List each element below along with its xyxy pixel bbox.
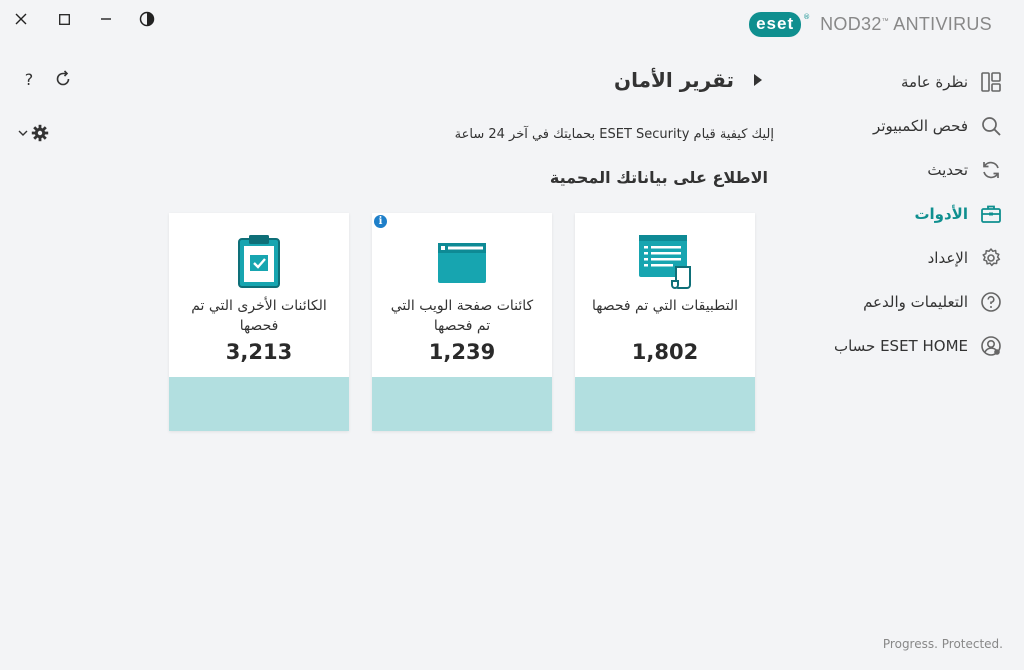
title-expand-arrow-icon[interactable] [754, 74, 762, 86]
clipboard-check-icon [238, 235, 280, 288]
card-label: الكائنات الأخرى التي تم فحصها [191, 298, 327, 334]
product-suffix: ANTIVIRUS [888, 14, 992, 34]
sidebar-item-help-support[interactable]: التعليمات والدعم [802, 280, 1002, 324]
sidebar-item-label: الأدوات [914, 205, 968, 223]
sidebar-item-update[interactable]: تحديث [802, 148, 1002, 192]
product-model: NOD32 [820, 14, 882, 34]
sidebar-item-label: فحص الكمبيوتر [873, 117, 968, 135]
card-label: كائنات صفحة الويب التي تم فحصها [390, 298, 534, 334]
sidebar-item-label: حساب ESET HOME [833, 337, 968, 355]
minimize-button[interactable] [95, 8, 117, 30]
footer-tagline: Progress. Protected. [882, 637, 1003, 651]
sidebar-item-label: نظرة عامة [901, 73, 968, 91]
sidebar-item-overview[interactable]: نظرة عامة [802, 60, 1002, 104]
card-icon-wrap [169, 235, 349, 289]
minimize-icon [101, 18, 111, 20]
card-icon-wrap [372, 235, 552, 287]
refresh-icon [56, 70, 70, 86]
maximize-icon [58, 13, 70, 25]
card-label: التطبيقات التي تم فحصها [591, 298, 739, 314]
card-other-objects-scanned[interactable]: الكائنات الأخرى التي تم فحصها 3,213 [169, 213, 349, 431]
close-icon [15, 13, 27, 25]
account-icon [981, 336, 1001, 356]
product-name: NOD32™ ANTIVIRUS [820, 14, 992, 35]
card-applications-scanned[interactable]: التطبيقات التي تم فحصها 1,802 [575, 213, 755, 431]
card-chart-bar [372, 377, 552, 431]
help-label: ? [24, 69, 34, 89]
card-chart-bar [575, 377, 755, 431]
sidebar-item-tools[interactable]: الأدوات [802, 192, 1002, 236]
sidebar-item-computer-scan[interactable]: فحص الكمبيوتر [802, 104, 1002, 148]
sidebar-item-label: التعليمات والدعم [863, 293, 968, 311]
theme-toggle-button[interactable] [136, 8, 158, 30]
eset-logo: eset [749, 12, 802, 37]
webpage-icon [438, 243, 486, 283]
gear-icon [31, 124, 48, 142]
card-chart-bar [169, 377, 349, 431]
card-icon-wrap [575, 235, 755, 289]
sidebar-item-label: تحديث [927, 161, 968, 179]
card-value: 3,213 [225, 340, 293, 364]
help-icon [981, 292, 1001, 312]
applications-icon [639, 235, 691, 289]
gear-icon [982, 248, 1001, 267]
chevron-down-icon [18, 130, 27, 136]
card-value: 1,239 [428, 340, 496, 364]
contrast-icon [139, 11, 155, 27]
search-icon [982, 117, 1001, 136]
brand: eset ® NOD32™ ANTIVIRUS [749, 12, 992, 37]
sidebar-item-label: الإعداد [927, 249, 968, 267]
page-subtitle: إليك كيفية قيام ESET Security بحمايتك في… [454, 127, 774, 142]
refresh-button[interactable] [52, 68, 74, 90]
registered-mark: ® [803, 12, 811, 21]
close-button[interactable] [10, 8, 32, 30]
sidebar-item-eset-home[interactable]: حساب ESET HOME [802, 324, 1002, 368]
info-icon[interactable]: i [374, 215, 387, 228]
section-title: الاطلاع على بياناتك المحمية [549, 168, 768, 187]
sidebar-item-setup[interactable]: الإعداد [802, 236, 1002, 280]
product-trademark: ™ [881, 18, 889, 25]
toolbox-icon [981, 205, 1001, 223]
help-button[interactable]: ? [20, 68, 38, 90]
update-icon [983, 161, 999, 179]
page-title: تقرير الأمان [614, 68, 734, 92]
card-webpage-objects-scanned[interactable]: كائنات صفحة الويب التي تم فحصها 1,239 [372, 213, 552, 431]
maximize-button[interactable] [53, 8, 75, 30]
card-value: 1,802 [631, 340, 699, 364]
sidebar: نظرة عامة فحص الكمبيوتر تحديث الأدوات ال… [802, 60, 1002, 368]
settings-menu-button[interactable] [16, 122, 50, 144]
overview-icon [981, 72, 1001, 92]
